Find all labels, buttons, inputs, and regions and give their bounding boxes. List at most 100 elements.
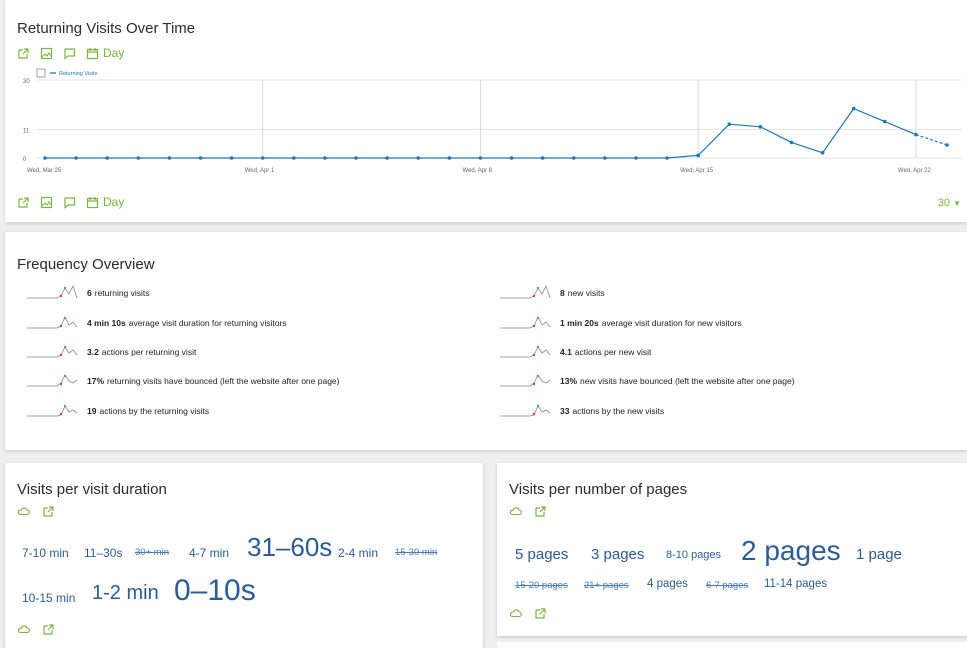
tag-link[interactable]: 30+ min: [135, 548, 169, 558]
cloud-icon[interactable]: [509, 607, 522, 620]
tag-link[interactable]: 4-7 min: [189, 547, 229, 559]
sparkline-min-point: [532, 353, 536, 357]
tag-link[interactable]: 15-20 pages: [515, 581, 568, 591]
sparkline-row: 19 actions by the returning visits: [25, 400, 209, 422]
tag-link[interactable]: 0–10s: [174, 576, 256, 606]
annotation-icon[interactable]: [63, 47, 76, 60]
widget-title: Returning Visits Over Time: [17, 20, 196, 37]
export-icon[interactable]: [42, 505, 55, 518]
sparkline: [27, 404, 78, 417]
sparkline-max-point: [63, 345, 67, 349]
export-icon[interactable]: [17, 47, 30, 60]
tag-link[interactable]: 3 pages: [591, 547, 644, 562]
data-point: [603, 156, 607, 160]
next-widget-edge: [497, 642, 967, 648]
export-icon[interactable]: [534, 505, 547, 518]
tag-link[interactable]: 1 page: [856, 547, 902, 562]
sparkline-min-point: [532, 324, 536, 328]
sparkline-max-point: [63, 404, 67, 408]
sparkline-row: 17% returning visits have bounced (left t…: [25, 370, 340, 392]
x-tick-label: Wed, Apr 8: [462, 168, 492, 174]
sparkline-max-point: [536, 345, 540, 349]
calendar-icon[interactable]: [86, 196, 99, 209]
data-point: [385, 156, 389, 160]
sparkline-min-point: [59, 324, 63, 328]
legend-toggle: [36, 68, 46, 78]
tag-link[interactable]: 5 pages: [515, 547, 568, 562]
sparkline-row: 6 returning visits: [25, 282, 150, 304]
frequency-overview-widget: Frequency Overview 6 returning visits 4 mi…: [5, 232, 967, 450]
sparkline-max-point: [63, 286, 67, 290]
tag-link[interactable]: 11–30s: [84, 547, 122, 559]
x-tick-label: Wed, Mar 25: [27, 168, 62, 174]
tag-link[interactable]: 2 pages: [741, 537, 841, 565]
image-icon[interactable]: [40, 47, 53, 60]
tag-link[interactable]: 2-4 min: [338, 547, 378, 559]
annotation-icon[interactable]: [63, 196, 76, 209]
data-point: [478, 156, 483, 160]
widget-title: Visits per visit duration: [17, 481, 167, 498]
series-line-partial: [915, 134, 948, 146]
metric-label: actions per returning visit: [101, 347, 197, 357]
tag-link[interactable]: 6-7 pages: [706, 581, 748, 591]
data-point: [447, 156, 452, 160]
visit-duration-widget: Visits per visit duration 7-10 min 11–30…: [5, 463, 483, 648]
metric-label: actions per new visit: [574, 347, 652, 357]
metric-value: 13%: [560, 376, 578, 386]
metric-label: new visits have bounced (left the websit…: [580, 376, 795, 386]
metric-value: 1 min 20s: [560, 318, 599, 328]
sparkline-min-point: [59, 353, 63, 357]
image-icon[interactable]: [40, 196, 53, 209]
tag-link[interactable]: 8-10 pages: [666, 550, 721, 561]
y-tick-label: 0: [23, 157, 27, 163]
limit-select[interactable]: 30 ▼: [938, 197, 961, 209]
sparkline-max-point: [536, 404, 540, 408]
data-point: [665, 156, 669, 160]
export-icon[interactable]: [17, 196, 30, 209]
data-point: [727, 122, 732, 126]
sparkline-row: 33 actions by the new visits: [498, 400, 664, 422]
period-label[interactable]: Day: [103, 195, 124, 209]
calendar-icon[interactable]: [86, 47, 99, 60]
data-point: [167, 156, 172, 160]
cloud-icon[interactable]: [17, 505, 30, 518]
sparkline-row: 4.1 actions per new visit: [498, 341, 651, 363]
line-chart: 0 11 30 Wed, Mar 25 Wed, Apr 1 Wed, Apr 8 Wed,…: [23, 68, 962, 174]
metric-label: average visit duration for new visitors: [601, 318, 742, 328]
tag-link[interactable]: 4 pages: [647, 578, 688, 591]
export-icon[interactable]: [42, 623, 55, 636]
data-point: [851, 106, 856, 111]
tag-link[interactable]: 21+ pages: [584, 581, 629, 591]
widget-title: Visits per number of pages: [509, 481, 688, 498]
tag-link[interactable]: 11-14 pages: [764, 578, 827, 591]
top-icon-bar: Day: [17, 46, 124, 60]
y-tick-label: 30: [23, 79, 30, 85]
x-tick-label: Wed, Apr 15: [680, 168, 714, 174]
metric-value: 8: [560, 288, 565, 298]
tag-link[interactable]: 1-2 min: [92, 583, 159, 603]
data-point: [43, 156, 47, 160]
y-tick-label: 11: [23, 128, 30, 134]
tag-link[interactable]: 31–60s: [247, 534, 332, 560]
sparkline-row: 8 new visits: [498, 282, 605, 304]
data-point: [571, 156, 576, 160]
cloud-icon[interactable]: [509, 505, 522, 518]
limit-value: 30: [937, 197, 951, 209]
cloud-icon[interactable]: [17, 623, 30, 636]
export-icon[interactable]: [534, 607, 547, 620]
metric-value: 17%: [87, 376, 105, 386]
period-label[interactable]: Day: [103, 46, 124, 60]
sparkline: [27, 345, 78, 358]
tag-link[interactable]: 7-10 min: [22, 547, 69, 559]
data-point: [136, 156, 141, 160]
metric-value: 33: [560, 406, 570, 416]
bottom-icon-bar: [509, 607, 547, 620]
data-point: [509, 156, 514, 160]
sparkline-row: 3.2 actions per returning visit: [25, 341, 196, 363]
data-point: [354, 156, 358, 160]
top-icon-bar: [17, 505, 55, 518]
bottom-icon-bar: Day: [17, 195, 124, 209]
sparkline: [500, 404, 551, 417]
tag-link[interactable]: 10-15 min: [22, 592, 75, 604]
tag-link[interactable]: 15-30 min: [395, 548, 437, 558]
